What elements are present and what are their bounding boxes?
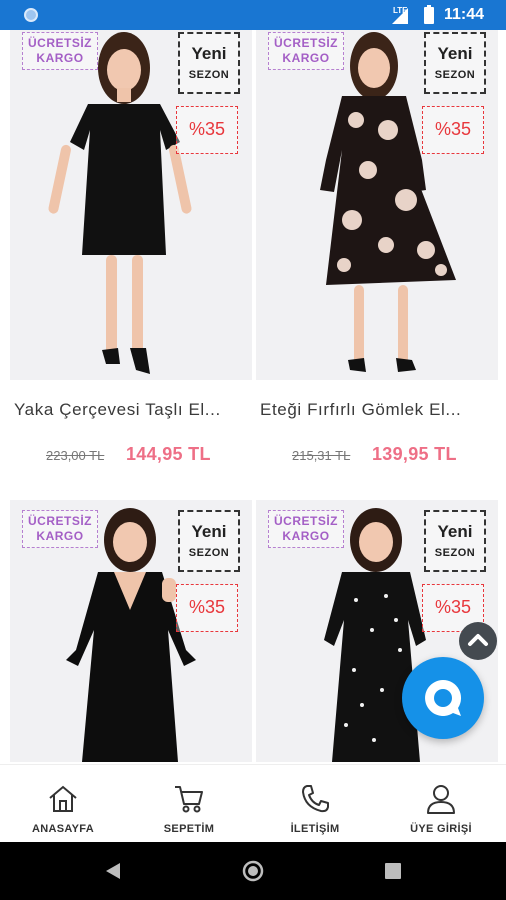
status-bar: LTE 11:44 [0,0,506,30]
free-shipping-badge: ÜCRETSİZ KARGO [268,32,344,70]
chevron-up-icon [468,634,488,646]
chat-bubble-icon [425,680,462,716]
new-season-badge: Yeni SEZON [178,510,240,572]
discount-badge: %35 [176,106,238,154]
product-name[interactable]: Yaka Çerçevesi Taşlı El... [14,400,252,420]
nav-contact-label: İLETİŞİM [290,823,340,835]
discount-badge: %35 [422,106,484,154]
notification-icon [24,8,38,22]
bottom-navigation: ANASAYFA SEPETİM İLETİŞİM ÜYE GİRİŞİ [0,764,506,842]
new-season-badge: Yeni SEZON [424,32,486,94]
new-season-badge: Yeni SEZON [424,510,486,572]
product-image[interactable]: ÜCRETSİZ KARGO Yeni SEZON %35 [10,500,252,762]
app-screen: LTE 11:44 ÜCRETSİZ KARGO Yeni SEZON %35 … [0,0,506,900]
nav-cart-label: SEPETİM [163,823,215,835]
clock: 11:44 [444,6,485,23]
old-price: 215,31 TL [292,448,351,463]
sale-price: 139,95 TL [372,444,457,464]
home-button-icon[interactable] [242,860,264,882]
nav-home[interactable]: ANASAYFA [0,765,126,843]
product-image[interactable]: ÜCRETSİZ KARGO Yeni SEZON %35 [256,30,498,380]
nav-home-label: ANASAYFA [32,823,94,835]
nav-login-label: ÜYE GİRİŞİ [410,823,472,835]
new-season-badge: Yeni SEZON [178,32,240,94]
home-icon [49,785,77,812]
user-icon [427,785,455,814]
sale-price: 144,95 TL [126,444,211,464]
product-image[interactable]: ÜCRETSİZ KARGO Yeni SEZON %35 [10,30,252,380]
live-chat-button[interactable] [402,657,484,739]
free-shipping-badge: ÜCRETSİZ KARGO [22,510,98,548]
discount-badge: %35 [176,584,238,632]
old-price: 223,00 TL [46,448,105,463]
cart-icon [175,786,203,813]
nav-login[interactable]: ÜYE GİRİŞİ [378,765,504,843]
network-type: LTE [393,6,408,15]
free-shipping-badge: ÜCRETSİZ KARGO [22,32,98,70]
nav-cart[interactable]: SEPETİM [126,765,252,843]
battery-icon [424,5,434,24]
back-icon[interactable] [104,862,122,880]
recents-icon[interactable] [384,862,402,880]
scroll-to-top-button[interactable] [459,622,497,660]
nav-contact[interactable]: İLETİŞİM [252,765,378,843]
phone-icon [302,785,329,813]
product-name[interactable]: Eteği Fırfırlı Gömlek El... [260,400,498,420]
android-navigation-bar [0,842,506,900]
free-shipping-badge: ÜCRETSİZ KARGO [268,510,344,548]
